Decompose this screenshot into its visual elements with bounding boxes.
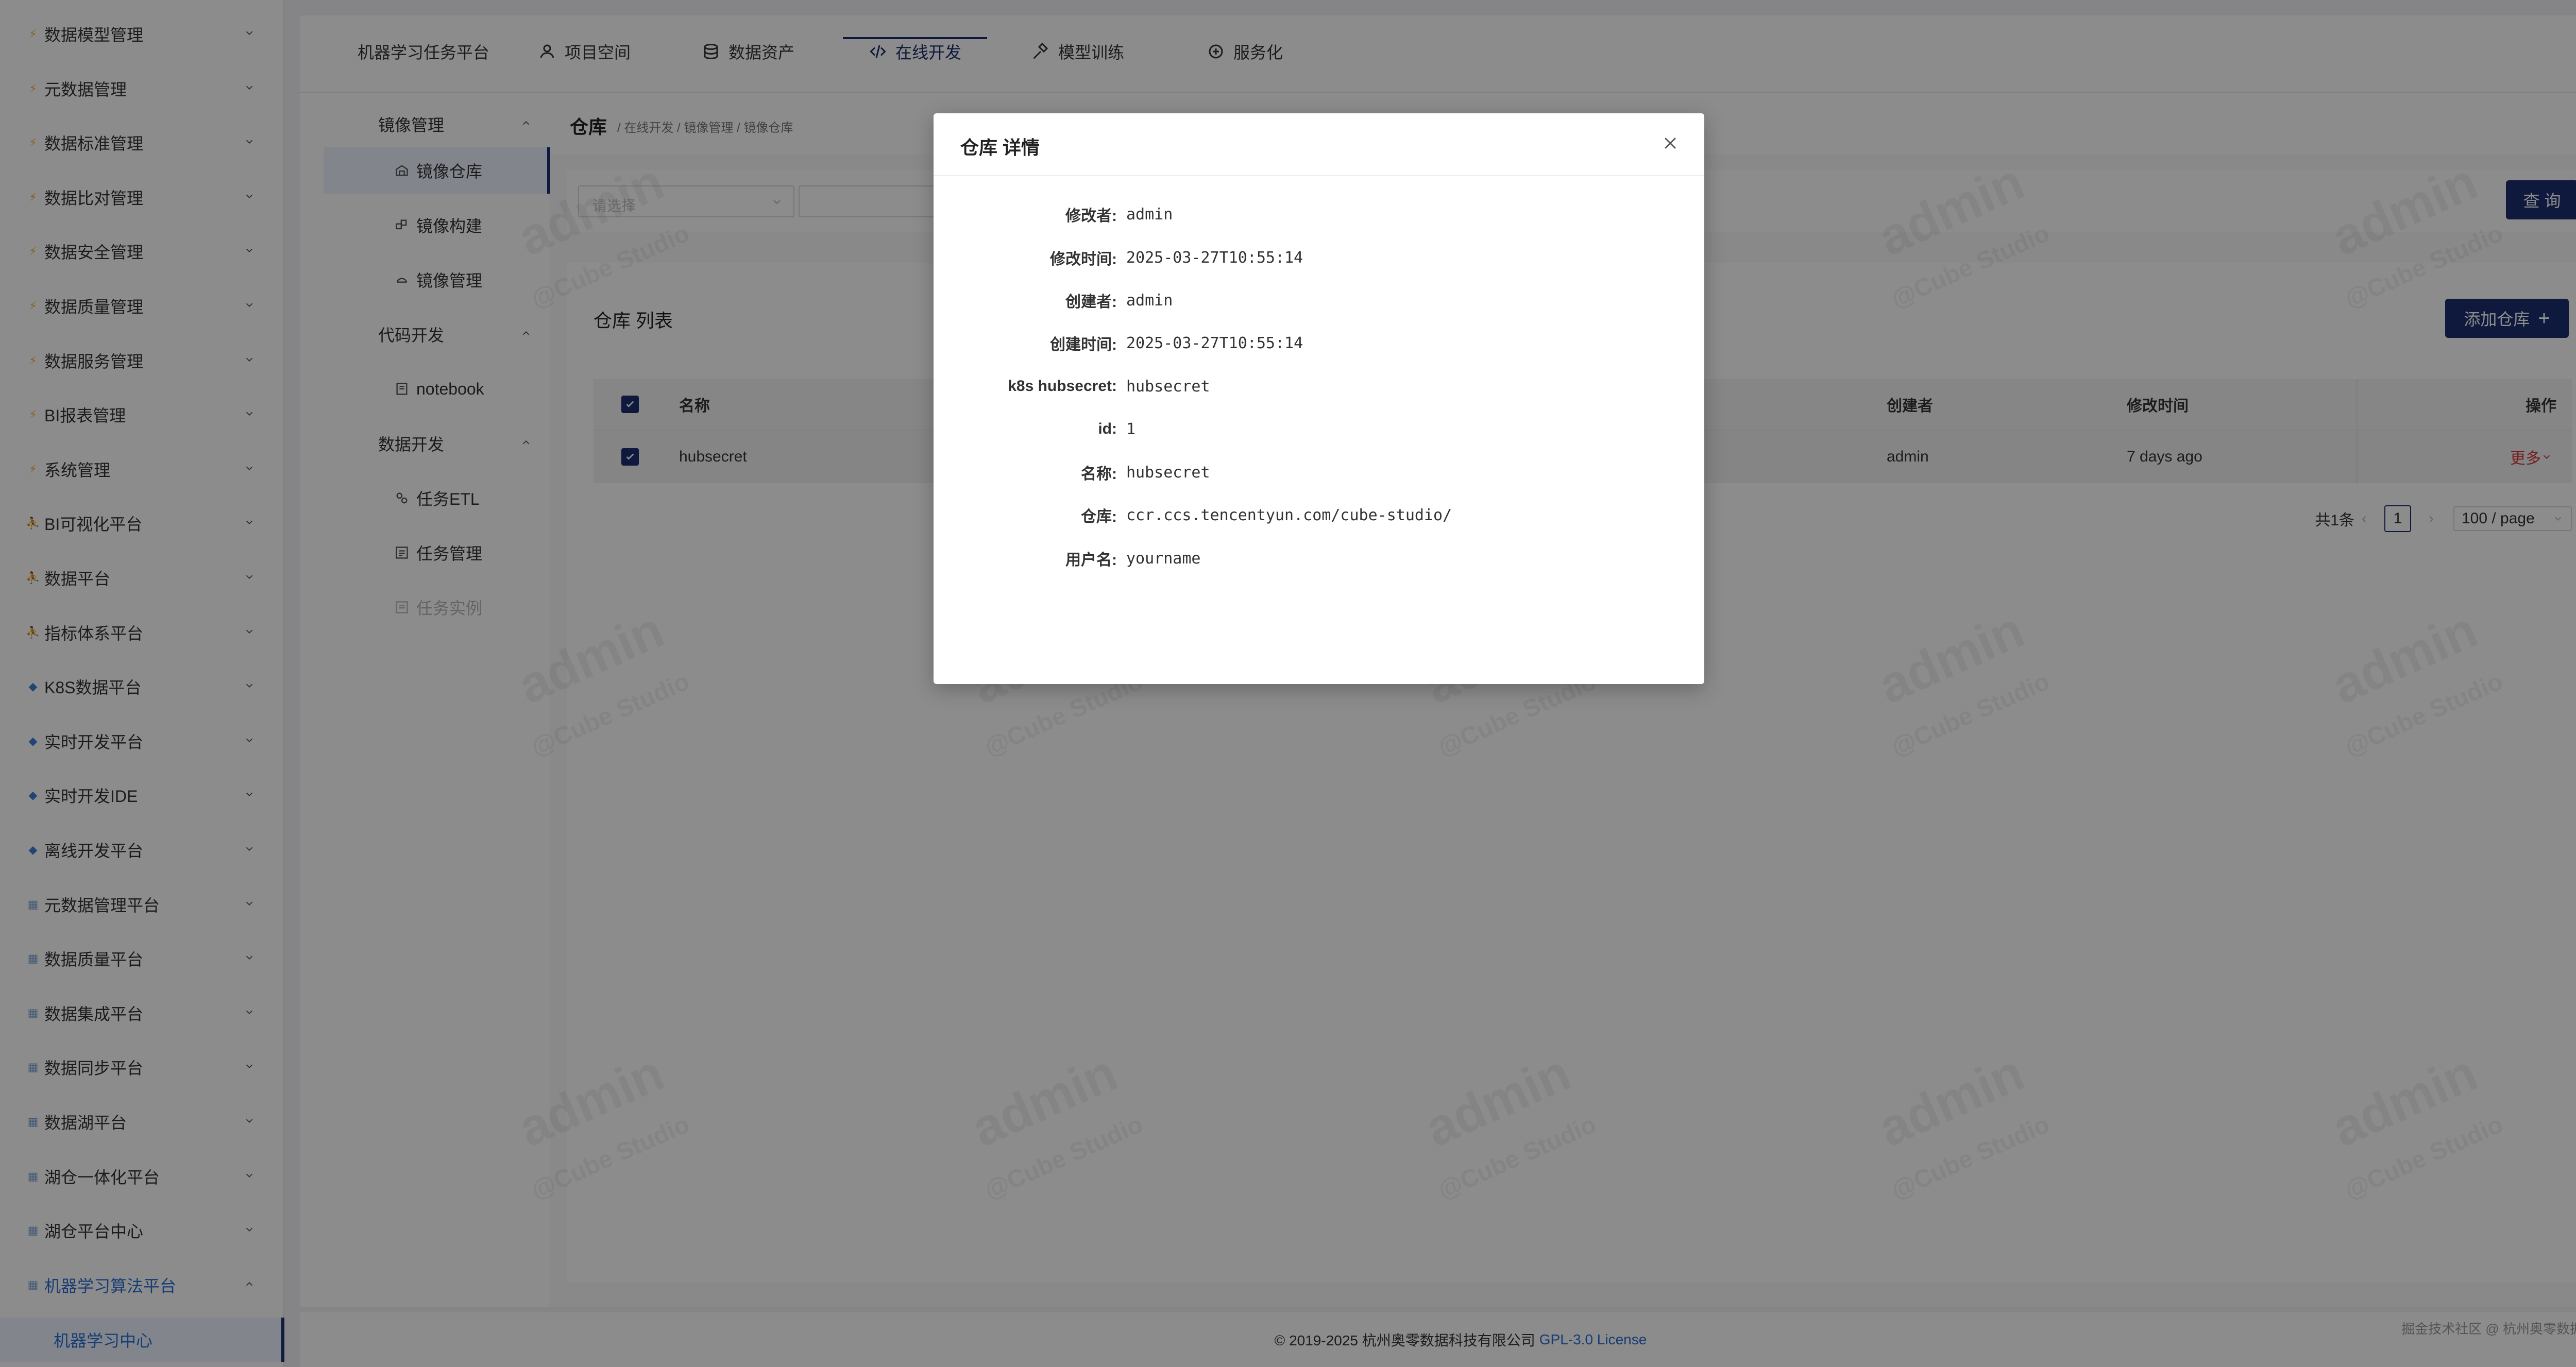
field-username: 用户名: yourname — [934, 538, 1704, 579]
field-label: 修改者: — [1065, 208, 1117, 225]
field-label: 仓库: — [1081, 508, 1117, 525]
field-creator: 创建者: admin — [934, 280, 1704, 321]
field-label: 修改时间: — [1050, 251, 1117, 268]
field-label: 创建时间: — [1050, 336, 1117, 353]
field-value: 2025-03-27T10:55:14 — [1126, 334, 1303, 352]
close-icon — [1665, 138, 1676, 149]
modal-header: 仓库 详情 — [934, 113, 1704, 176]
field-created-time: 创建时间: 2025-03-27T10:55:14 — [934, 322, 1704, 364]
app-frame: ⚡ 数据模型管理 ⚡ 元数据管理 ⚡ 数据标准管理 ⚡ 数据比对管理 ⚡ 数据安全管理 ⚡ 数据质量管… — [0, 0, 2576, 1367]
field-label: 用户名: — [1065, 552, 1117, 569]
field-value: admin — [1126, 205, 1173, 224]
field-value: hubsecret — [1126, 463, 1210, 482]
field-value: yourname — [1126, 549, 1201, 568]
field-label: 创建者: — [1065, 294, 1117, 311]
field-label: 名称: — [1081, 466, 1117, 483]
field-modifier: 修改者: admin — [934, 194, 1704, 235]
field-value: hubsecret — [1126, 377, 1210, 396]
modal-body: 修改者: admin 修改时间: 2025-03-27T10:55:14 创建者: a… — [934, 175, 1704, 684]
field-label: k8s hubsecret: — [1008, 378, 1117, 395]
field-value: 1 — [1126, 420, 1136, 438]
field-k8s-hubsecret: k8s hubsecret: hubsecret — [934, 366, 1704, 407]
field-repo: 仓库: ccr.ccs.tencentyun.com/cube-studio/ — [934, 494, 1704, 536]
field-value: admin — [1126, 291, 1173, 310]
close-button[interactable] — [1659, 132, 1682, 155]
repo-detail-modal: 仓库 详情 修改者: admin 修改时间: 2025-03-27T10:55:14… — [934, 113, 1704, 684]
field-value: 2025-03-27T10:55:14 — [1126, 248, 1303, 267]
field-name: 名称: hubsecret — [934, 452, 1704, 493]
field-label: id: — [1098, 420, 1117, 437]
field-modified-time: 修改时间: 2025-03-27T10:55:14 — [934, 237, 1704, 278]
modal-title: 仓库 详情 — [960, 137, 1040, 158]
field-id: id: 1 — [934, 408, 1704, 450]
field-value: ccr.ccs.tencentyun.com/cube-studio/ — [1126, 506, 1452, 524]
